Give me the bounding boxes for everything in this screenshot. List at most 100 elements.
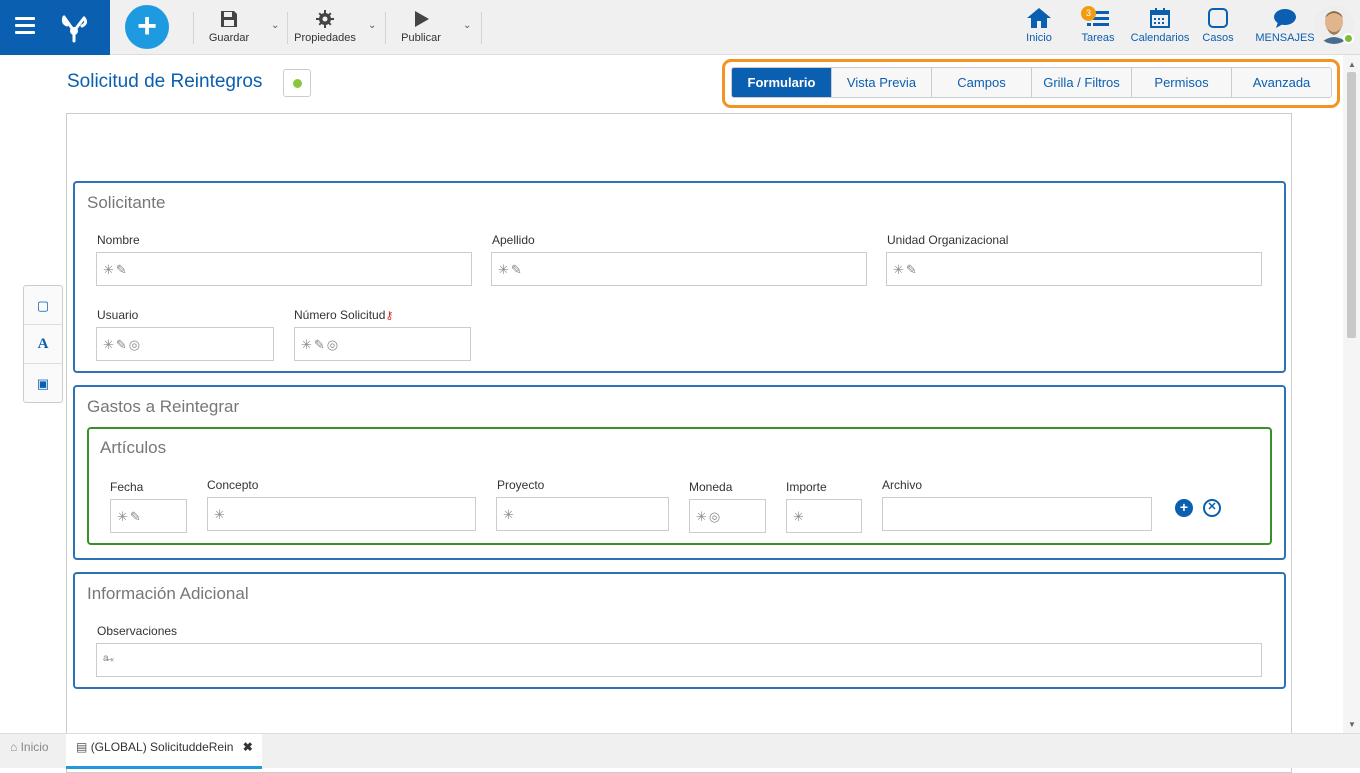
usuario-field[interactable]: ✳✎◎: [96, 327, 274, 361]
column-label: Fecha: [110, 480, 144, 494]
add-row-icon[interactable]: +: [1175, 499, 1193, 517]
nav-calendars[interactable]: Calendarios: [1128, 7, 1192, 44]
top-toolbar: + Guardar ⌄ Propiedades ⌄ Publicar ⌄ Ini…: [0, 0, 1360, 55]
moneda-field[interactable]: ✳◎: [689, 499, 766, 533]
nav-messages[interactable]: MENSAJES: [1253, 7, 1317, 44]
bottom-tab-home-label: Inicio: [20, 740, 49, 754]
publish-dropdown-chevron-icon[interactable]: ⌄: [463, 20, 471, 31]
properties-dropdown-chevron-icon[interactable]: ⌄: [368, 20, 376, 31]
bottom-tabbar: ⌂ Inicio ▤ (GLOBAL) SolicituddeRein ✖: [0, 733, 1360, 769]
add-new-button[interactable]: +: [125, 5, 169, 49]
bottom-tab-doc-label: (GLOBAL) SolicituddeRein: [90, 740, 234, 754]
laptop-icon[interactable]: ▢: [24, 286, 62, 325]
nombre-field[interactable]: ✳✎: [96, 252, 472, 286]
play-icon: [415, 11, 429, 27]
nav-cases[interactable]: Casos: [1201, 7, 1235, 44]
text-format-icon[interactable]: A: [24, 325, 62, 364]
field-label: Número Solicitud⚷: [294, 308, 393, 322]
required-hidden-icon: ✳◎: [696, 509, 723, 524]
nav-home-label: Inicio: [1026, 32, 1052, 44]
scroll-up-icon[interactable]: ▲: [1348, 60, 1356, 69]
tab-vista-previa[interactable]: Vista Previa: [831, 68, 931, 97]
section-title: Información Adicional: [87, 584, 249, 603]
chat-icon: [1274, 9, 1296, 28]
required-icon: ✳: [503, 507, 516, 522]
column-label: Proyecto: [497, 478, 545, 492]
section-title: Gastos a Reintegrar: [87, 397, 240, 416]
publish-button[interactable]: Publicar: [398, 8, 444, 44]
publish-label: Publicar: [401, 32, 441, 44]
close-icon[interactable]: ✖: [243, 740, 253, 754]
column-label: Archivo: [882, 478, 923, 492]
app-logo-icon[interactable]: [56, 9, 92, 45]
toolbar-divider: [481, 12, 482, 44]
scroll-down-icon[interactable]: ▼: [1348, 720, 1356, 729]
tab-avanzada[interactable]: Avanzada: [1231, 68, 1331, 97]
properties-label: Propiedades: [294, 32, 356, 44]
field-label: Apellido: [492, 233, 535, 247]
required-readonly-icon: ✳✎: [103, 262, 129, 277]
required-readonly-icon: ✳✎: [893, 262, 919, 277]
field-label: Nombre: [97, 233, 140, 247]
required-readonly-icon: ✳✎: [117, 509, 143, 524]
unidad-organizacional-field[interactable]: ✳✎: [886, 252, 1262, 286]
tab-formulario[interactable]: Formulario: [732, 68, 831, 97]
key-icon: ⚷: [385, 310, 394, 322]
column-label: Moneda: [689, 480, 733, 494]
concepto-field[interactable]: ✳: [207, 497, 476, 531]
save-button[interactable]: Guardar: [207, 8, 251, 44]
brand-area: [0, 0, 110, 55]
fecha-field[interactable]: ✳✎: [110, 499, 187, 533]
apellido-field[interactable]: ✳✎: [491, 252, 867, 286]
column-label: Importe: [786, 480, 827, 494]
required-icon: ✳: [214, 507, 227, 522]
nav-tasks[interactable]: 3 Tareas: [1080, 6, 1116, 44]
properties-button[interactable]: Propiedades: [292, 8, 358, 44]
nav-home[interactable]: Inicio: [1022, 7, 1056, 44]
required-readonly-icon: ✳✎: [498, 262, 524, 277]
delete-row-icon[interactable]: ✕: [1203, 499, 1221, 517]
textarea-icon: a̶ₓ: [103, 653, 116, 664]
importe-field[interactable]: ✳: [786, 499, 862, 533]
hamburger-menu-icon[interactable]: [15, 17, 35, 35]
page-title: Solicitud de Reintegros: [67, 71, 263, 92]
field-label: Unidad Organizacional: [887, 233, 1009, 247]
cases-icon: [1208, 8, 1228, 28]
subsection-title: Artículos: [100, 438, 167, 457]
bottom-tab-document[interactable]: ▤ (GLOBAL) SolicituddeRein ✖: [66, 734, 262, 769]
cube-icon[interactable]: ▣: [24, 364, 62, 403]
numero-solicitud-field[interactable]: ✳✎◎: [294, 327, 471, 361]
nav-messages-label: MENSAJES: [1255, 32, 1315, 44]
save-label: Guardar: [208, 32, 250, 44]
editor-tabs: Formulario Vista Previa Campos Grilla / …: [731, 67, 1332, 98]
required-icon: ✳: [793, 509, 806, 524]
proyecto-field[interactable]: ✳: [496, 497, 669, 531]
nav-tasks-label: Tareas: [1081, 32, 1115, 44]
vertical-scrollbar[interactable]: ▲ ▼: [1343, 55, 1360, 733]
tasks-badge: 3: [1081, 6, 1096, 21]
save-icon: [221, 11, 237, 27]
nav-cases-label: Casos: [1202, 32, 1234, 44]
nav-calendars-label: Calendarios: [1130, 32, 1190, 44]
archivo-field[interactable]: [882, 497, 1152, 531]
calendar-icon: [1150, 8, 1170, 28]
document-icon: ▤: [76, 740, 88, 754]
online-status-dot: [1343, 33, 1354, 44]
column-label: Concepto: [207, 478, 259, 492]
status-dot-icon: [293, 79, 302, 88]
status-button[interactable]: [283, 69, 311, 97]
save-dropdown-chevron-icon[interactable]: ⌄: [271, 20, 279, 31]
tab-campos[interactable]: Campos: [931, 68, 1031, 97]
required-readonly-hidden-icon: ✳✎◎: [103, 337, 143, 352]
tab-grilla-filtros[interactable]: Grilla / Filtros: [1031, 68, 1131, 97]
bottom-tab-home[interactable]: ⌂ Inicio: [10, 740, 49, 754]
toolbar-divider: [287, 12, 288, 44]
observaciones-field[interactable]: a̶ₓ: [96, 643, 1262, 677]
gear-icon: [316, 10, 334, 28]
toolbar-divider: [193, 12, 194, 44]
tab-permisos[interactable]: Permisos: [1131, 68, 1231, 97]
numero-label: Número Solicitud: [294, 308, 386, 322]
required-readonly-hidden-icon: ✳✎◎: [301, 337, 341, 352]
scrollbar-thumb[interactable]: [1347, 72, 1356, 338]
home-icon: [1027, 8, 1051, 28]
